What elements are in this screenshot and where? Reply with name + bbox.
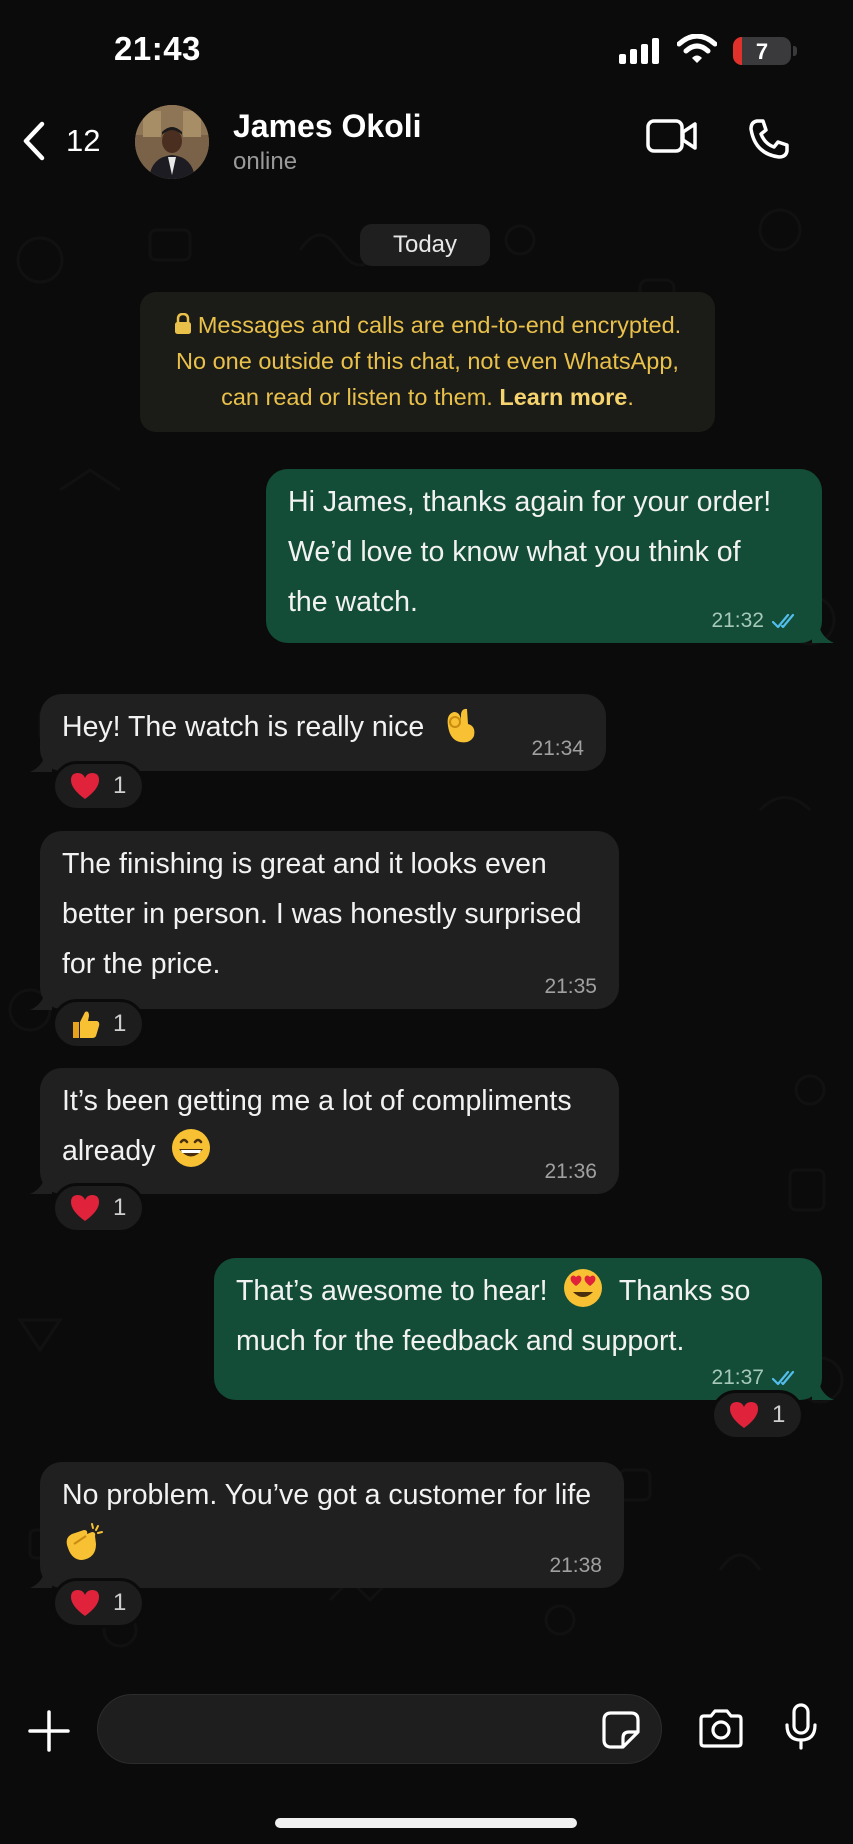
avatar[interactable] [135,105,209,179]
contact-name[interactable]: James Okoli [233,108,422,145]
reaction-badge[interactable]: 1 [52,1578,146,1628]
message-outgoing-2[interactable]: That’s awesome to hear! Thanks so much f… [214,1258,822,1400]
encryption-line-1: Messages and calls are end-to-end encryp… [197,312,682,338]
message-incoming-4[interactable]: No problem. You’ve got a customer for li… [40,1462,624,1588]
avatar-photo [135,105,209,179]
wifi-icon [677,34,717,63]
battery-level: 7 [755,39,769,64]
message-time: 21:32 [711,609,764,632]
phone-icon [749,119,789,159]
encryption-line-3: can read or listen to them. [221,384,500,410]
message-outgoing-1[interactable]: Hi James, thanks again for your order! W… [266,469,822,643]
grinning-face-emoji [172,1129,211,1168]
message-incoming-1[interactable]: Hey! The watch is really nice 21:34 [40,694,606,771]
reaction-badge[interactable]: 1 [711,1390,805,1440]
message-line: Thanks so [618,1275,751,1307]
date-separator: Today [360,224,490,266]
message-line: better in person. I was honestly surpris… [62,898,582,930]
message-line: Hi James, thanks again for your order! [288,486,772,518]
battery-indicator: 7 [733,37,791,65]
message-line: The finishing is great and it looks even [62,848,547,880]
clapping-hands-emoji [66,1523,103,1561]
contact-status: online [233,148,298,175]
reaction-badge[interactable]: 1 [52,761,146,811]
home-indicator[interactable] [275,1818,577,1828]
message-line: We’d love to know what you think of [288,536,741,568]
microphone-button[interactable] [784,1703,818,1756]
encryption-period: . [627,384,634,410]
reaction-count: 1 [113,772,127,799]
ok-hand-emoji [447,709,475,743]
bubble-tail [812,1378,834,1400]
message-incoming-2[interactable]: The finishing is great and it looks even… [40,831,619,1009]
learn-more-link[interactable]: Learn more [499,384,627,410]
message-input-box[interactable] [97,1694,662,1764]
message-input[interactable] [126,1695,586,1763]
bubble-tail [30,1566,52,1588]
message-time: 21:35 [544,975,597,998]
message-line: It’s been getting me a lot of compliment… [62,1085,572,1117]
bubble-tail [812,621,834,643]
battery-tip [793,46,797,56]
message-time: 21:37 [711,1366,764,1389]
camera-icon [699,1709,743,1748]
sticker-button[interactable] [601,1710,641,1755]
red-heart-emoji [71,1195,99,1221]
reaction-count: 1 [113,1010,127,1037]
reaction-badge[interactable]: 1 [52,999,146,1049]
message-line: already [62,1135,156,1167]
reaction-count: 1 [113,1194,127,1221]
encryption-line-2: No one outside of this chat, not even Wh… [176,348,679,374]
message-meta: 21:38 [549,1554,602,1578]
message-meta: 21:35 [544,975,597,999]
message-time: 21:38 [549,1554,602,1577]
reaction-badge[interactable]: 1 [52,1183,146,1233]
message-meta: 21:36 [544,1160,597,1184]
message-incoming-3[interactable]: It’s been getting me a lot of compliment… [40,1068,619,1194]
message-line: That’s awesome to hear! [236,1275,548,1307]
message-time: 21:34 [531,737,584,760]
message-line: Hey! The watch is really nice [62,711,425,743]
red-heart-emoji [71,773,99,799]
reaction-count: 1 [113,1589,127,1616]
read-ticks-icon [772,1370,795,1386]
message-meta: 21:34 [531,737,584,761]
message-meta: 21:32 [711,609,800,633]
message-line: No problem. You’ve got a customer for li… [62,1479,592,1511]
signal-icon [619,38,659,64]
microphone-icon [785,1703,817,1750]
plus-icon [28,1710,70,1752]
bubble-tail [30,750,52,772]
heart-eyes-emoji [564,1269,603,1308]
reaction-count: 1 [772,1401,786,1428]
red-heart-emoji [71,1590,99,1616]
camera-button[interactable] [697,1709,745,1754]
message-meta: 21:37 [711,1366,800,1390]
bubble-tail [30,988,52,1010]
unread-count: 12 [66,123,101,158]
thumbs-up-emoji [73,1011,100,1038]
lock-icon [174,312,191,334]
message-line: for the price. [62,948,221,980]
attach-button[interactable] [28,1710,70,1757]
read-ticks-icon [772,613,795,629]
red-heart-emoji [730,1402,758,1428]
back-button[interactable]: 12 [22,116,122,166]
message-line: much for the feedback and support. [236,1325,685,1357]
bubble-tail [30,1172,52,1194]
message-time: 21:36 [544,1160,597,1183]
video-camera-icon [646,119,697,153]
sticker-icon [602,1711,640,1749]
chat-screen: 21:43 7 12 James Okoli online Today Mess… [0,0,853,1844]
encryption-notice[interactable]: Messages and calls are end-to-end encryp… [140,292,715,432]
voice-call-button[interactable] [748,118,790,165]
chevron-left-icon [23,121,45,161]
video-call-button[interactable] [646,118,698,159]
status-time: 21:43 [114,30,201,67]
